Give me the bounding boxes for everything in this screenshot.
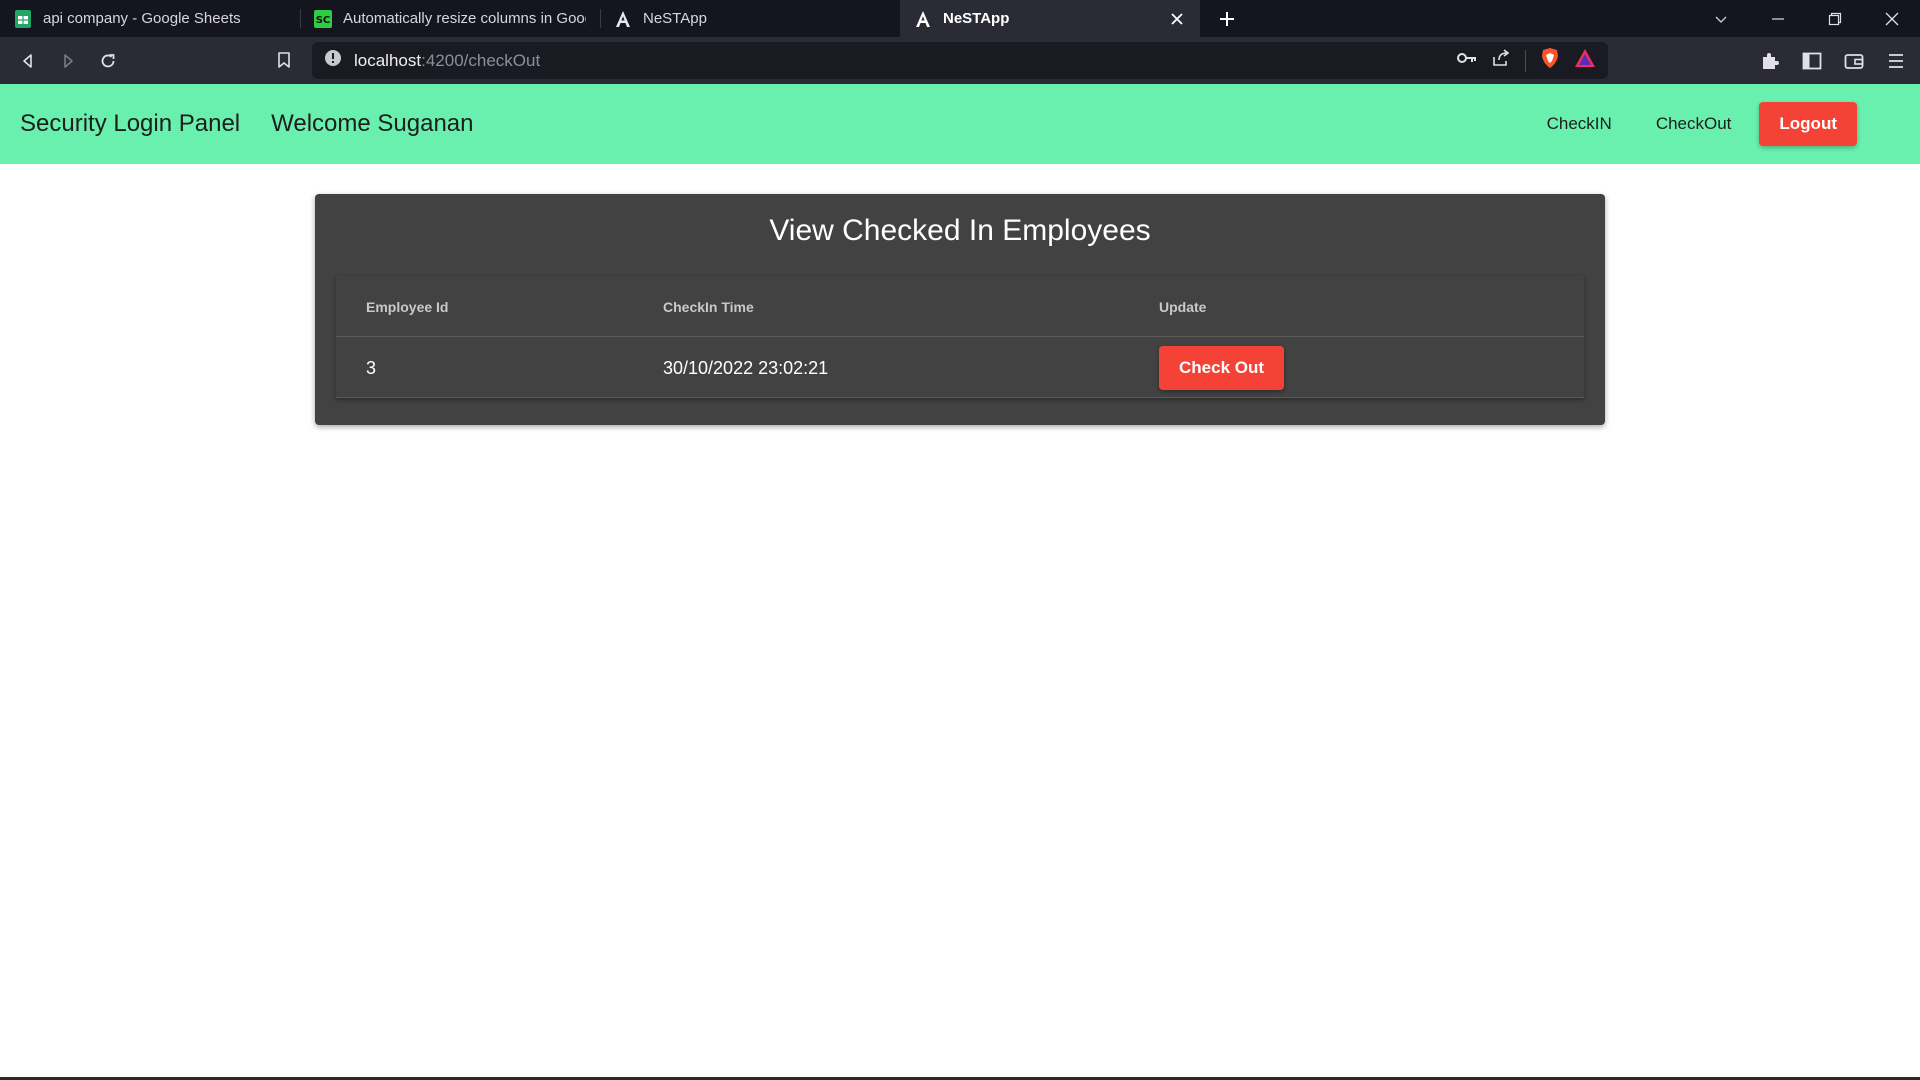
column-header-employee-id: Employee Id	[366, 298, 449, 315]
address-url: localhost:4200/checkOut	[354, 51, 540, 71]
page-title: View Checked In Employees	[769, 214, 1151, 247]
sidebar-button[interactable]	[1798, 47, 1826, 75]
back-button[interactable]	[8, 41, 48, 81]
employees-table: Employee Id CheckIn Time Update 3 30/10/…	[336, 276, 1584, 398]
key-icon[interactable]	[1457, 51, 1477, 70]
bookmark-icon	[278, 52, 290, 68]
new-tab-button[interactable]	[1200, 0, 1254, 37]
table-header-row: Employee Id CheckIn Time Update	[336, 276, 1584, 337]
menu-button[interactable]	[1882, 47, 1910, 75]
share-icon[interactable]	[1491, 49, 1511, 72]
brave-shields-icon[interactable]	[1540, 47, 1560, 74]
sidebar-icon	[1802, 52, 1822, 69]
welcome-message: Welcome Suganan	[271, 110, 474, 137]
cell-update: Check Out	[1159, 338, 1285, 398]
hamburger-menu-icon	[1889, 53, 1903, 68]
tab-search-button[interactable]	[1692, 0, 1749, 37]
browser-toolbar: localhost:4200/checkOut	[0, 37, 1920, 84]
browser-tab-strip: api company - Google Sheets SC Automatic…	[0, 0, 1920, 37]
minimize-button[interactable]	[1749, 0, 1806, 37]
address-bar-actions	[1457, 42, 1596, 79]
brave-rewards-icon[interactable]	[1574, 48, 1596, 73]
forward-button[interactable]	[48, 41, 88, 81]
header-nav: CheckIN CheckOut Logout	[1525, 84, 1857, 164]
checkin-link[interactable]: CheckIN	[1525, 102, 1634, 146]
bookmark-button[interactable]	[264, 40, 304, 80]
tab-title: NeSTApp	[943, 10, 1010, 27]
column-header-checkin-time: CheckIn Time	[663, 298, 754, 315]
cell-checkin-time: 30/10/2022 23:02:21	[663, 357, 829, 378]
separator	[1525, 49, 1526, 72]
forward-icon	[64, 53, 73, 68]
wallet-button[interactable]	[1840, 47, 1868, 75]
tab-nestapp-active[interactable]: NeSTApp	[900, 0, 1200, 37]
cell-employee-id: 3	[366, 357, 377, 378]
tab-resize-columns[interactable]: SC Automatically resize columns in Googl	[300, 0, 600, 37]
reload-icon	[101, 53, 115, 67]
browser-toolbar-actions	[1756, 37, 1910, 84]
site-info-icon[interactable]	[324, 49, 342, 72]
app-header: Security Login Panel Welcome Suganan Che…	[0, 84, 1920, 164]
extensions-button[interactable]	[1756, 47, 1784, 75]
table-row: 3 30/10/2022 23:02:21 Check Out	[336, 338, 1584, 398]
column-header-update: Update	[1159, 298, 1207, 315]
chevron-down-icon	[1715, 16, 1726, 23]
address-bar[interactable]: localhost:4200/checkOut	[312, 42, 1608, 79]
url-path: :4200/checkOut	[421, 50, 541, 70]
google-sheets-icon	[14, 9, 32, 28]
wallet-icon	[1844, 53, 1864, 69]
restore-button[interactable]	[1806, 0, 1863, 37]
sc-site-icon: SC	[314, 9, 332, 28]
window-controls	[1692, 0, 1920, 37]
tab-google-sheets[interactable]: api company - Google Sheets	[0, 0, 300, 37]
angular-icon	[914, 10, 932, 28]
minimize-icon	[1771, 17, 1784, 20]
close-window-button[interactable]	[1863, 0, 1920, 37]
puzzle-icon	[1763, 52, 1779, 69]
angular-icon	[614, 10, 632, 28]
check-out-button[interactable]: Check Out	[1159, 346, 1285, 390]
tab-title: api company - Google Sheets	[43, 10, 241, 27]
reload-button[interactable]	[88, 41, 128, 81]
app-brand-title: Security Login Panel	[20, 110, 241, 137]
tab-title: Automatically resize columns in Googl	[343, 10, 586, 27]
svg-text:SC: SC	[316, 15, 331, 26]
logout-button[interactable]: Logout	[1759, 102, 1857, 146]
checkout-link[interactable]: CheckOut	[1634, 102, 1754, 146]
close-icon	[1885, 12, 1898, 25]
checked-in-employees-card: View Checked In Employees Employee Id Ch…	[315, 194, 1605, 425]
restore-icon	[1828, 12, 1841, 25]
back-icon	[23, 53, 32, 68]
tab-title: NeSTApp	[643, 10, 707, 27]
plus-icon	[1220, 11, 1234, 26]
url-host: localhost	[354, 50, 422, 70]
tab-nestapp[interactable]: NeSTApp	[600, 0, 900, 37]
close-tab-icon[interactable]	[1168, 12, 1186, 26]
